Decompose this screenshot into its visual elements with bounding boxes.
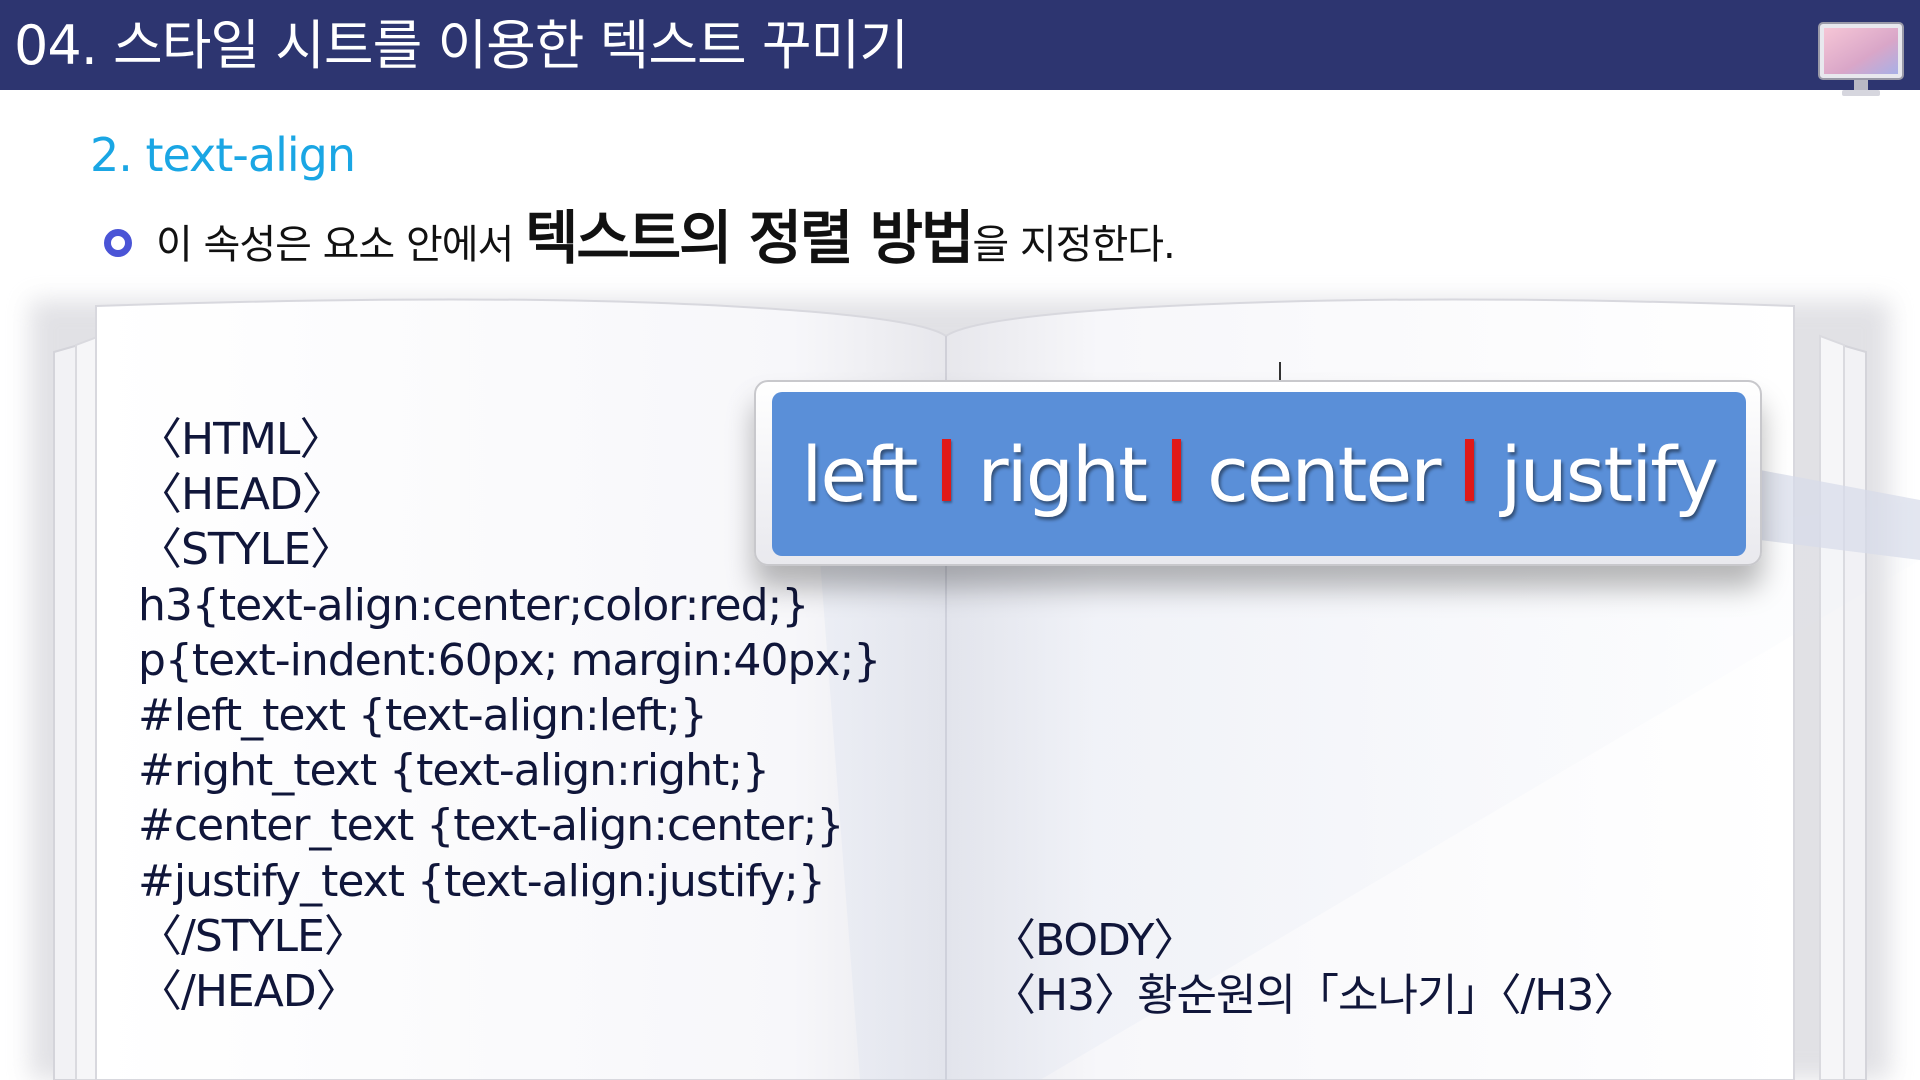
code-line: #center_text {text-align:center;} bbox=[138, 800, 844, 852]
value-center: center bbox=[1206, 429, 1442, 519]
separator-bar bbox=[1465, 439, 1475, 501]
value-left: left bbox=[801, 429, 918, 519]
separator-bar bbox=[1171, 439, 1181, 501]
code-line: 〈/STYLE〉 bbox=[138, 910, 368, 962]
code-line: h3{text-align:center;color:red;} bbox=[138, 579, 809, 631]
code-line: 〈H3〉황순원의「소나기」〈/H3〉 bbox=[992, 970, 1637, 1022]
code-line: #right_text {text-align:right;} bbox=[138, 745, 770, 797]
code-line: #left_text {text-align:left;} bbox=[138, 690, 708, 742]
text-align-values-callout: left right center justify bbox=[772, 392, 1746, 556]
code-line: #justify_text {text-align:justify;} bbox=[138, 855, 826, 907]
value-right: right bbox=[977, 429, 1148, 519]
code-line: 〈/HEAD〉 bbox=[138, 966, 360, 1018]
value-justify: justify bbox=[1500, 429, 1718, 519]
code-line: p{text-indent:60px; margin:40px;} bbox=[138, 634, 881, 686]
code-block-right: 〈BODY〉 〈H3〉황순원의「소나기」〈/H3〉 bbox=[992, 913, 1637, 1023]
separator-bar bbox=[942, 439, 952, 501]
code-line: 〈BODY〉 bbox=[992, 915, 1197, 966]
